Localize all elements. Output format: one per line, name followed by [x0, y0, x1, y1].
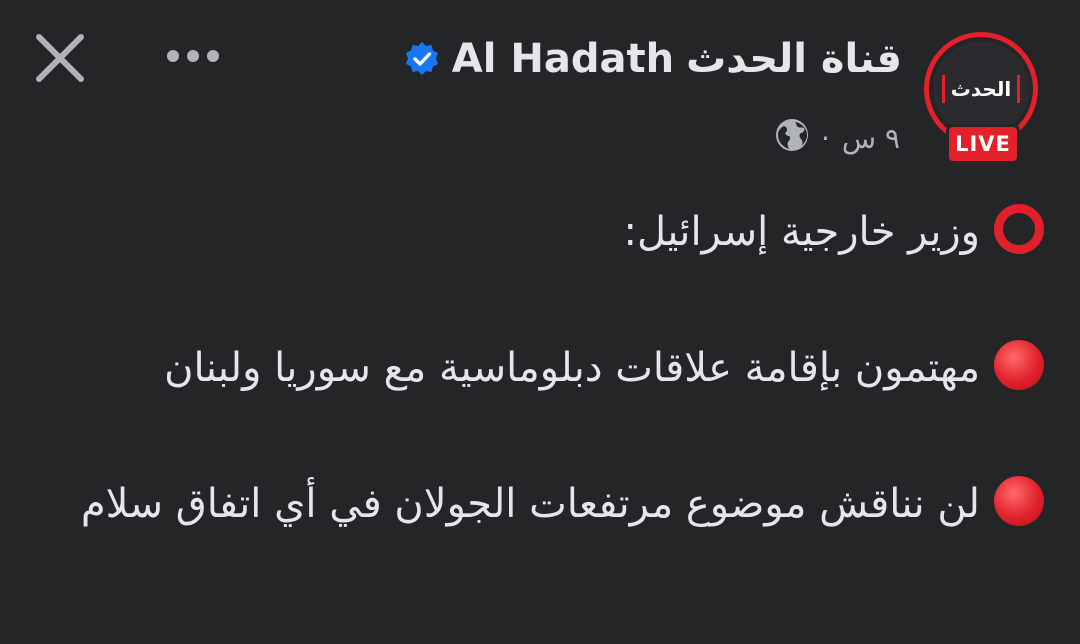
page-name-row[interactable]: قناة الحدث Al Hadath [404, 36, 902, 82]
post-line-3: لن نناقش موضوع مرتفعات الجولان في أي اتف… [64, 468, 1044, 540]
post-line-3-text: لن نناقش موضوع مرتفعات الجولان في أي اتف… [80, 481, 980, 527]
post-line-1-text: وزير خارجية إسرائيل: [623, 209, 980, 255]
post-line-2: مهتمون بإقامة علاقات دبلوماسية مع سوريا … [64, 332, 1044, 404]
meta-separator: · [820, 122, 830, 155]
avatar-image: الحدث [933, 41, 1029, 137]
globe-icon[interactable] [775, 118, 809, 159]
verified-badge-icon [404, 41, 440, 77]
close-button[interactable] [28, 26, 92, 90]
close-icon [36, 34, 84, 82]
more-options-icon [167, 50, 219, 62]
post-line-1: وزير خارجية إسرائيل: [64, 196, 1044, 268]
avatar-logo-text: الحدث [941, 75, 1021, 103]
page-name-arabic[interactable]: قناة الحدث [686, 36, 902, 82]
post-meta: ٩ س · [775, 118, 900, 159]
page-avatar[interactable]: الحدث LIVE [924, 32, 1044, 168]
page-name-english[interactable]: Al Hadath [452, 36, 674, 82]
red-circle-icon [994, 476, 1044, 526]
more-options-button[interactable] [158, 34, 228, 78]
post-line-2-text: مهتمون بإقامة علاقات دبلوماسية مع سوريا … [164, 345, 980, 391]
post-body: وزير خارجية إسرائيل: مهتمون بإقامة علاقا… [64, 196, 1044, 540]
hollow-red-circle-icon [994, 204, 1044, 254]
live-badge: LIVE [946, 124, 1020, 164]
red-circle-icon [994, 340, 1044, 390]
post-time[interactable]: ٩ س [842, 122, 900, 155]
